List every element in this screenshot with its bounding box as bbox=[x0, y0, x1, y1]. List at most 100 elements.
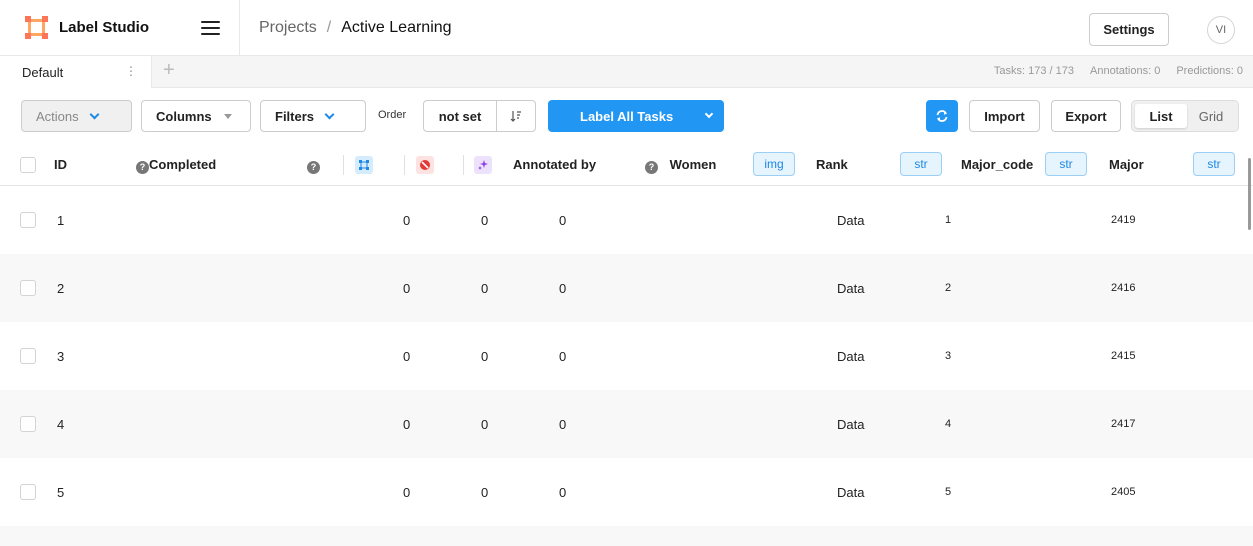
women-label: Women bbox=[669, 157, 717, 172]
column-header-help[interactable]: ? bbox=[307, 157, 320, 174]
column-header-id[interactable]: ID bbox=[54, 157, 67, 172]
cell-predictions: 0 bbox=[559, 349, 567, 364]
cell-total-annotations: 0 bbox=[403, 213, 411, 228]
row-checkbox[interactable] bbox=[20, 348, 36, 364]
view-tabs-bar: Default ⋮ + Tasks: 173 / 173 Annotations… bbox=[0, 56, 1253, 88]
cell-major-code: 2419 bbox=[1111, 214, 1136, 226]
cell-total-annotations: 0 bbox=[403, 281, 411, 296]
column-header-major-code[interactable]: Major_code bbox=[961, 157, 1033, 172]
cell-rank: 4 bbox=[945, 418, 952, 430]
chevron-down-icon bbox=[89, 109, 100, 119]
label-studio-logo-icon bbox=[25, 16, 48, 39]
cell-major-code: 2416 bbox=[1111, 282, 1136, 294]
cell-cancelled: 0 bbox=[481, 213, 489, 228]
cell-cancelled: 0 bbox=[481, 417, 489, 432]
cell-rank: 5 bbox=[945, 486, 952, 498]
column-header-major[interactable]: Major bbox=[1109, 157, 1144, 172]
column-header-annotated-by[interactable]: Annotated by bbox=[513, 157, 596, 172]
cell-women: Data bbox=[837, 485, 865, 500]
user-avatar[interactable]: VI bbox=[1207, 16, 1235, 44]
project-stats: Tasks: 173 / 173 Annotations: 0 Predicti… bbox=[994, 65, 1243, 77]
cell-id: 1 bbox=[57, 213, 65, 228]
add-tab-icon[interactable]: + bbox=[163, 59, 175, 82]
column-divider bbox=[343, 155, 344, 175]
list-view-button[interactable]: List bbox=[1135, 104, 1187, 128]
tab-options-icon[interactable]: ⋮ bbox=[125, 65, 137, 77]
table-row[interactable]: 1 0 0 0 Data 1 2419 bbox=[0, 186, 1253, 254]
sort-direction-icon[interactable] bbox=[497, 101, 535, 131]
total-annotations-icon[interactable] bbox=[355, 156, 373, 174]
cell-id: 3 bbox=[57, 349, 65, 364]
cell-id: 5 bbox=[57, 485, 65, 500]
major-code-type-tag: str bbox=[1045, 152, 1087, 176]
vertical-scrollbar[interactable] bbox=[1248, 158, 1251, 230]
export-button[interactable]: Export bbox=[1051, 100, 1121, 132]
filters-button[interactable]: Filters bbox=[260, 100, 366, 132]
column-divider bbox=[404, 155, 405, 175]
select-all-checkbox[interactable] bbox=[20, 157, 36, 173]
cell-women: Data bbox=[837, 281, 865, 296]
filters-label: Filters bbox=[275, 108, 315, 124]
table-row[interactable]: 2 0 0 0 Data 2 2416 bbox=[0, 254, 1253, 322]
import-button[interactable]: Import bbox=[969, 100, 1040, 132]
annotations-count: Annotations: 0 bbox=[1090, 65, 1161, 77]
top-header: Label Studio Projects / Active Learning … bbox=[0, 0, 1253, 56]
cell-predictions: 0 bbox=[559, 213, 567, 228]
cell-rank: 1 bbox=[945, 214, 952, 226]
breadcrumb-projects-link[interactable]: Projects bbox=[259, 19, 317, 37]
cell-rank: 3 bbox=[945, 350, 952, 362]
women-type-tag: img bbox=[753, 152, 795, 176]
table-row[interactable]: 5 0 0 0 Data 5 2405 bbox=[0, 458, 1253, 526]
cell-predictions: 0 bbox=[559, 417, 567, 432]
columns-dropdown[interactable]: Columns bbox=[141, 100, 251, 132]
grid-view-button[interactable]: Grid bbox=[1187, 109, 1235, 124]
help-icon[interactable]: ? bbox=[136, 160, 149, 174]
cell-id: 2 bbox=[57, 281, 65, 296]
row-checkbox[interactable] bbox=[20, 280, 36, 296]
help-icon[interactable]: ? bbox=[307, 160, 320, 174]
column-divider bbox=[463, 155, 464, 175]
predictions-count: Predictions: 0 bbox=[1176, 65, 1243, 77]
cell-cancelled: 0 bbox=[481, 281, 489, 296]
cell-rank: 2 bbox=[945, 282, 952, 294]
table-header: ID ? Completed ? Annotated by ? Women img… bbox=[0, 144, 1253, 186]
column-header-women[interactable]: ? Women bbox=[645, 157, 716, 174]
cell-major-code: 2417 bbox=[1111, 418, 1136, 430]
refresh-button[interactable] bbox=[926, 100, 958, 132]
brand[interactable]: Label Studio bbox=[0, 0, 240, 56]
row-checkbox[interactable] bbox=[20, 212, 36, 228]
cell-women: Data bbox=[837, 417, 865, 432]
chevron-down-icon[interactable] bbox=[704, 109, 714, 119]
breadcrumb-separator: / bbox=[326, 18, 332, 36]
cell-id: 4 bbox=[57, 417, 65, 432]
cell-major-code: 2405 bbox=[1111, 486, 1136, 498]
cell-cancelled: 0 bbox=[481, 349, 489, 364]
completed-label: Completed bbox=[149, 157, 217, 172]
cancelled-annotations-icon[interactable] bbox=[416, 156, 434, 174]
column-header-completed[interactable]: ? Completed bbox=[136, 157, 216, 174]
row-checkbox[interactable] bbox=[20, 484, 36, 500]
cell-predictions: 0 bbox=[559, 485, 567, 500]
order-select[interactable]: not set bbox=[424, 101, 497, 131]
columns-label: Columns bbox=[156, 108, 212, 124]
table-row[interactable]: 3 0 0 0 Data 3 2415 bbox=[0, 322, 1253, 390]
table-row[interactable]: 4 0 0 0 Data 4 2417 bbox=[0, 390, 1253, 458]
breadcrumb: Projects / Active Learning bbox=[240, 19, 452, 37]
hamburger-menu-icon[interactable] bbox=[201, 20, 220, 35]
actions-dropdown[interactable]: Actions bbox=[21, 100, 132, 132]
rank-type-tag: str bbox=[900, 152, 942, 176]
predictions-icon[interactable] bbox=[474, 156, 492, 174]
tab-label: Default bbox=[22, 64, 64, 80]
table-row[interactable] bbox=[0, 526, 1253, 546]
cell-women: Data bbox=[837, 349, 865, 364]
help-icon[interactable]: ? bbox=[645, 160, 658, 174]
cell-total-annotations: 0 bbox=[403, 349, 411, 364]
settings-button[interactable]: Settings bbox=[1089, 13, 1169, 46]
label-all-tasks-label: Label All Tasks bbox=[580, 108, 674, 124]
label-all-tasks-button[interactable]: Label All Tasks bbox=[548, 100, 724, 132]
column-header-rank[interactable]: Rank bbox=[816, 157, 848, 172]
cell-total-annotations: 0 bbox=[403, 417, 411, 432]
tab-default[interactable]: Default ⋮ bbox=[0, 56, 152, 88]
row-checkbox[interactable] bbox=[20, 416, 36, 432]
breadcrumb-current-project: Active Learning bbox=[341, 18, 452, 36]
